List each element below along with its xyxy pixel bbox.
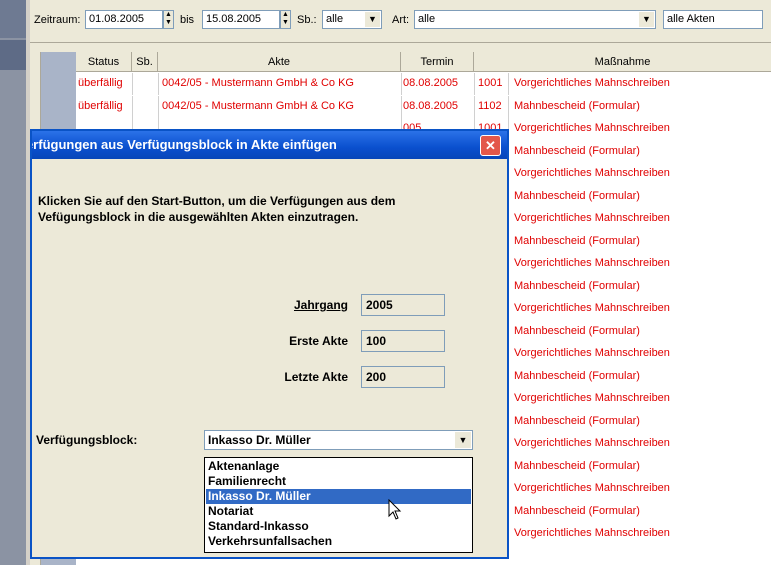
dropdown-option[interactable]: Verkehrsunfallsachen (206, 534, 471, 549)
cell-akte: 0042/05 - Mustermann GmbH & Co KG (162, 99, 354, 112)
filter-bar: Zeitraum: 01.08.2005 ▲ ▼ bis 15.08.2005 ▲… (30, 0, 771, 43)
cell-massnahme: Mahnbescheid (Formular) (514, 324, 640, 337)
column-divider (132, 73, 133, 95)
zeitraum-label: Zeitraum: (34, 14, 81, 26)
cell-massnahme: Mahnbescheid (Formular) (514, 144, 640, 157)
column-divider (158, 73, 159, 95)
main-area: Zeitraum: 01.08.2005 ▲ ▼ bis 15.08.2005 ▲… (30, 0, 771, 565)
dropdown-option[interactable]: Notariat (206, 504, 471, 519)
dialog-titlebar[interactable]: Verfügungen aus Verfügungsblock in Akte … (32, 131, 507, 159)
cell-status: überfällig (78, 77, 123, 89)
column-header-termin[interactable]: Termin (401, 52, 474, 72)
cell-massnahme: Vorgerichtliches Mahnschreiben (514, 527, 670, 539)
dropdown-option[interactable]: Standard-Inkasso (206, 519, 471, 534)
akten-select-value: alle Akten (667, 13, 715, 25)
verfuegungsblock-select[interactable]: Inkasso Dr. Müller ▼ (204, 430, 473, 450)
cell-code: 1102 (478, 99, 502, 112)
column-header-massnahme[interactable]: Maßnahme (474, 52, 771, 72)
verfuegungsblock-value: Inkasso Dr. Müller (208, 433, 311, 447)
chevron-down-icon[interactable]: ▼ (639, 12, 654, 27)
cell-massnahme: Vorgerichtliches Mahnschreiben (514, 257, 670, 269)
cell-massnahme: Vorgerichtliches Mahnschreiben (514, 122, 670, 134)
date-from-spinner[interactable]: ▲ ▼ (163, 10, 174, 29)
mouse-cursor-icon (388, 499, 402, 520)
date-from-input[interactable]: 01.08.2005 (85, 10, 163, 29)
cell-massnahme: Mahnbescheid (Formular) (514, 369, 640, 382)
cell-termin: 08.08.2005 (403, 77, 459, 89)
cell-massnahme: Mahnbescheid (Formular) (514, 414, 640, 427)
dialog-title: Verfügungen aus Verfügungsblock in Akte … (32, 137, 337, 152)
chevron-down-icon[interactable]: ▼ (365, 12, 380, 27)
sb-label: Sb.: (297, 14, 317, 26)
date-to-input[interactable]: 15.08.2005 (202, 10, 280, 29)
left-panel-tab[interactable] (0, 40, 26, 70)
column-divider (474, 95, 475, 118)
art-select[interactable]: alle ▼ (414, 10, 656, 29)
dialog-instruction: Klicken Sie auf den Start-Button, um die… (38, 194, 396, 224)
cell-massnahme: Mahnbescheid (Formular) (514, 189, 640, 202)
letzte-akte-field[interactable]: 200 (361, 366, 445, 388)
cell-massnahme: Vorgerichtliches Mahnschreiben (514, 347, 670, 359)
bis-label: bis (180, 14, 195, 26)
column-divider (508, 95, 509, 118)
cell-massnahme: Vorgerichtliches Mahnschreiben (514, 392, 670, 404)
cell-termin: 08.08.2005 (403, 99, 459, 112)
sb-select-value: alle (326, 13, 344, 25)
cell-massnahme: Vorgerichtliches Mahnschreiben (514, 302, 670, 314)
jahrgang-field[interactable]: 2005 (361, 294, 445, 316)
cell-massnahme: Mahnbescheid (Formular) (514, 459, 640, 472)
cell-massnahme: Vorgerichtliches Mahnschreiben (514, 437, 670, 449)
column-divider (132, 95, 133, 118)
close-button[interactable]: ✕ (480, 135, 501, 156)
cell-massnahme: Vorgerichtliches Mahnschreiben (514, 212, 670, 224)
column-divider (474, 73, 475, 95)
cell-massnahme: Vorgerichtliches Mahnschreiben (514, 77, 670, 89)
art-select-value: alle (418, 13, 436, 25)
erste-akte-label: Erste Akte (289, 334, 348, 348)
column-divider (158, 95, 159, 118)
jahrgang-label: Jahrgang (293, 298, 348, 312)
cell-massnahme: Mahnbescheid (Formular) (514, 234, 640, 247)
dropdown-option[interactable]: Familienrecht (206, 474, 471, 489)
cell-massnahme: Mahnbescheid (Formular) (514, 504, 640, 517)
date-to-spinner[interactable]: ▲ ▼ (280, 10, 291, 29)
dropdown-option[interactable]: Aktenanlage (206, 459, 471, 474)
insert-dialog: Verfügungen aus Verfügungsblock in Akte … (30, 129, 509, 559)
cell-massnahme: Mahnbescheid (Formular) (514, 99, 640, 112)
table-row[interactable]: überfällig 0042/05 - Mustermann GmbH & Co… (76, 73, 771, 95)
table-row[interactable]: überfällig 0042/05 - Mustermann GmbH & Co… (76, 95, 771, 118)
erste-akte-field[interactable]: 100 (361, 330, 445, 352)
left-panel-header (0, 0, 26, 38)
left-panel-strip (0, 0, 26, 565)
chevron-down-icon[interactable]: ▼ (455, 432, 471, 448)
sb-select[interactable]: alle ▼ (322, 10, 382, 29)
cell-massnahme: Vorgerichtliches Mahnschreiben (514, 167, 670, 179)
column-header-status[interactable]: Status (76, 52, 132, 72)
column-header-akte[interactable]: Akte (158, 52, 401, 72)
cell-massnahme: Vorgerichtliches Mahnschreiben (514, 482, 670, 494)
dropdown-option-selected[interactable]: Inkasso Dr. Müller (206, 489, 471, 504)
cell-akte: 0042/05 - Mustermann GmbH & Co KG (162, 77, 354, 89)
cell-massnahme: Mahnbescheid (Formular) (514, 279, 640, 292)
cell-code: 1001 (478, 77, 503, 89)
art-label: Art: (392, 14, 410, 26)
column-divider (401, 95, 402, 118)
akten-select[interactable]: alle Akten (663, 10, 763, 29)
letzte-akte-label: Letzte Akte (284, 370, 348, 384)
column-header-sb[interactable]: Sb. (132, 52, 158, 72)
column-divider (508, 73, 509, 95)
verfuegungsblock-dropdown: Aktenanlage Familienrecht Inkasso Dr. Mü… (204, 457, 473, 553)
verfuegungsblock-label: Verfügungsblock: (36, 433, 138, 447)
cell-status: überfällig (78, 99, 123, 112)
column-divider (401, 73, 402, 95)
